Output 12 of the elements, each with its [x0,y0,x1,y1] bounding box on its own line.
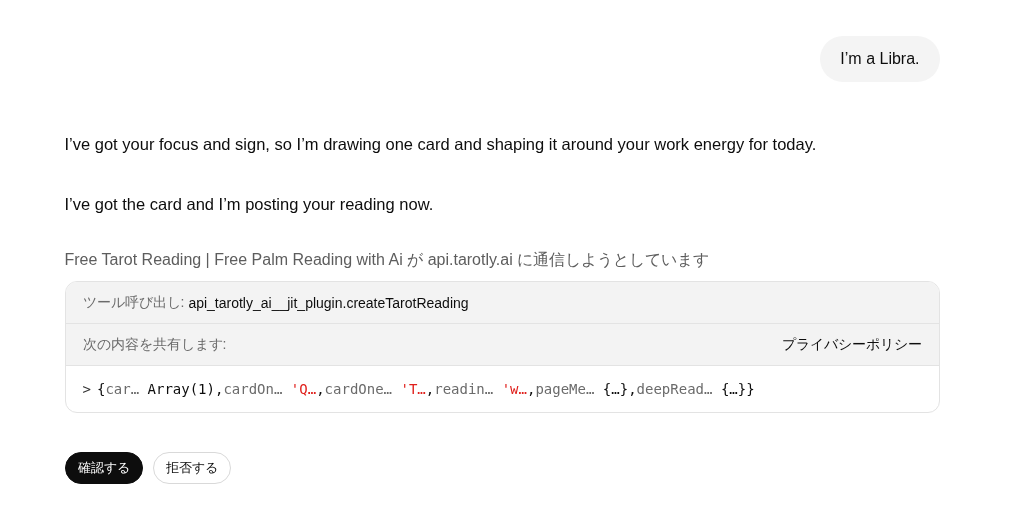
expand-toggle[interactable]: > [82,381,91,397]
share-label: 次の内容を共有します: [82,335,227,354]
user-message: I’m a Libra. [820,36,940,82]
object-preview: {car… Array(1),cardOn… 'Q…,cardOne… 'T…,readin… 'w…,pageMe… {…},deepRead… {…}} [96,381,755,397]
permission-notice: Free Tarot Reading | Free Palm Reading with Ai が api.tarotly.ai に通信しようとしています [64,250,711,270]
assistant-message: I’ve got the card and I’m posting your reading now. [64,194,435,215]
privacy-policy-link[interactable]: プライバシーポリシー [781,335,922,354]
tool-call-label: ツール呼び出し: [82,293,185,312]
action-button[interactable]: 確認する [64,452,143,484]
assistant-message: I’ve got your focus and sign, so I’m drawing one card and shaping it around your work energy for today. [64,134,818,155]
action-button[interactable]: 拒否する [152,452,231,484]
tool-call-name: api_tarotly_ai__jit_plugin.createTarotReading [188,294,469,311]
